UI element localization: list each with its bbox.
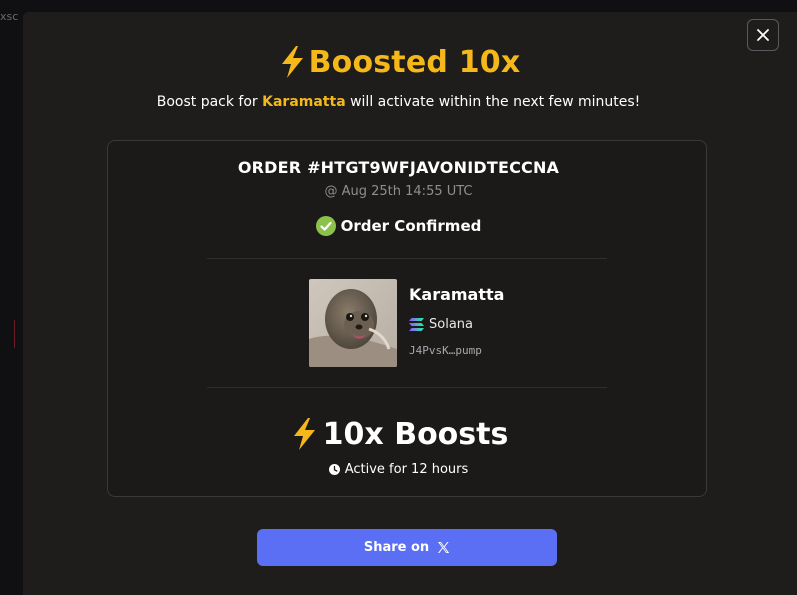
order-id: ORDER #HTGT9WFJAVONIDTECCNA (237, 158, 560, 177)
lightning-icon (293, 418, 315, 450)
boost-duration-label: Active for 12 hours (344, 461, 469, 477)
boosts-summary: 10x Boosts (0, 412, 797, 456)
token-chain-label: Solana (429, 316, 473, 332)
modal-title: Boosted 10x (308, 44, 521, 80)
modal-subtitle: Boost pack for Karamatta will activate w… (0, 94, 797, 110)
check-circle-icon (315, 216, 336, 236)
subtitle-suffix: will activate within the next few minute… (345, 94, 641, 110)
divider-top (207, 258, 607, 259)
seal-photo (309, 279, 397, 367)
lightning-icon (281, 46, 303, 78)
order-status-label: Order Confirmed (340, 217, 482, 235)
backdrop-partial-text: xsc (0, 10, 19, 23)
subtitle-token-name: Karamatta (262, 94, 346, 110)
subtitle-prefix: Boost pack for (156, 94, 263, 110)
share-button-label: Share on (363, 540, 430, 555)
token-chain: Solana (409, 315, 473, 333)
modal-title-row: Boosted 10x (0, 40, 797, 84)
order-status: Order Confirmed (0, 214, 797, 238)
x-logo-icon (438, 542, 450, 553)
boosts-label: 10x Boosts (322, 416, 509, 452)
token-address[interactable]: J4PvsK…pump (409, 344, 482, 357)
order-date: @ Aug 25th 14:55 UTC (324, 184, 473, 199)
backdrop-chart-line (14, 320, 15, 348)
token-image (309, 279, 397, 367)
token-name: Karamatta (409, 285, 505, 304)
boost-duration: Active for 12 hours (0, 460, 797, 478)
clock-icon (328, 463, 340, 475)
divider-bottom (207, 387, 607, 388)
share-on-x-button[interactable]: Share on (257, 529, 557, 566)
solana-icon (409, 317, 424, 331)
